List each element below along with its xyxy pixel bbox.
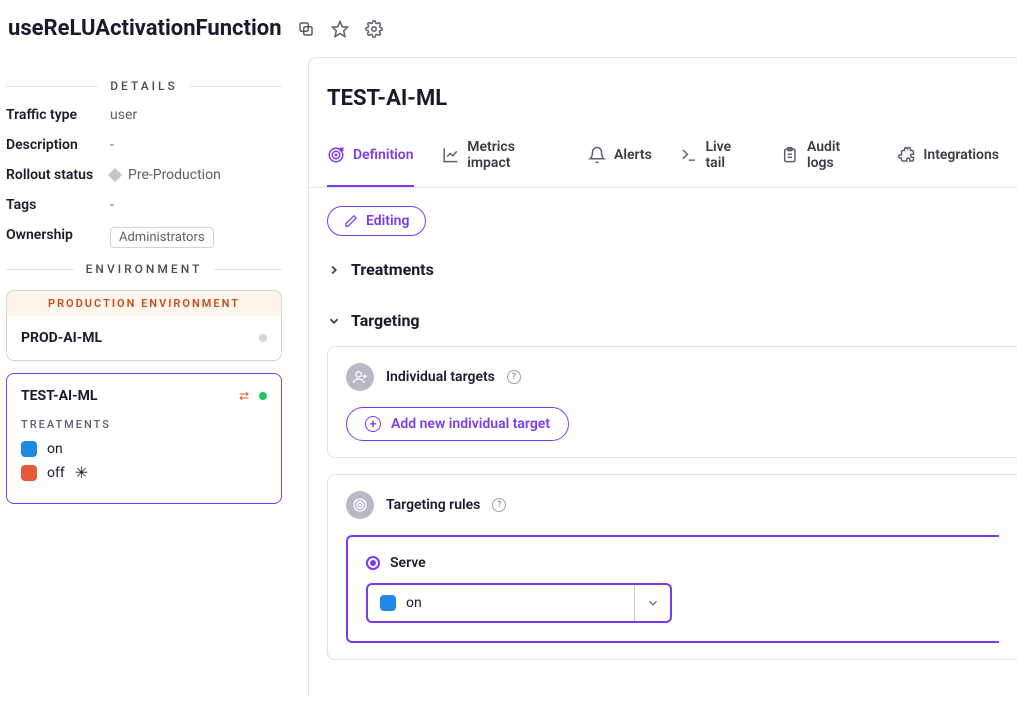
environment-card-prod[interactable]: PRODUCTION ENVIRONMENT PROD-AI-ML [6, 290, 282, 361]
tab-metrics[interactable]: Metrics impact [442, 139, 560, 187]
gear-icon[interactable] [364, 19, 384, 39]
tab-label: Definition [353, 147, 414, 163]
flag-title: useReLUActivationFunction [8, 16, 282, 41]
serve-rule-box: Serve on [346, 535, 999, 643]
tab-label: Alerts [614, 147, 652, 163]
individual-targets-title: Individual targets [386, 369, 495, 385]
detail-value: - [110, 137, 114, 153]
user-add-icon [346, 363, 374, 391]
targeting-rules-title: Targeting rules [386, 497, 480, 513]
tab-label: Metrics impact [467, 139, 560, 171]
treatment-swatch [21, 441, 37, 457]
detail-label: Ownership [6, 227, 110, 248]
terminal-icon [680, 146, 698, 164]
detail-rollout: Rollout status Pre-Production [6, 167, 282, 183]
treatments-subheading: TREATMENTS [21, 418, 267, 431]
treatment-label: off [47, 465, 65, 481]
sidebar: DETAILS Traffic type user Description - … [0, 57, 290, 697]
environment-title: TEST-AI-ML [309, 86, 1017, 111]
status-dot-inactive [259, 334, 267, 342]
serve-select[interactable]: on [366, 583, 672, 623]
ownership-badge[interactable]: Administrators [110, 227, 214, 248]
chevron-right-icon [327, 263, 341, 277]
star-icon[interactable] [330, 19, 350, 39]
detail-value: - [110, 197, 114, 213]
section-label: Targeting [351, 311, 420, 330]
tab-livetail[interactable]: Live tail [680, 139, 753, 187]
detail-value: user [110, 107, 137, 123]
chevron-down-icon [634, 585, 670, 621]
bullseye-icon [346, 491, 374, 519]
main-content: TEST-AI-ML Definition Metrics impact Ale… [290, 57, 1017, 697]
default-asterisk-icon: ✳ [75, 465, 88, 481]
tab-label: Integrations [923, 147, 999, 163]
add-individual-target-button[interactable]: + Add new individual target [346, 407, 569, 441]
treatment-label: on [47, 441, 63, 457]
treatment-on: on [21, 441, 267, 457]
production-banner: PRODUCTION ENVIRONMENT [7, 291, 281, 316]
chart-icon [442, 146, 460, 164]
tab-audit[interactable]: Audit logs [781, 139, 869, 187]
environment-name: TEST-AI-ML [21, 388, 97, 404]
detail-label: Rollout status [6, 167, 110, 183]
serve-value: on [406, 595, 422, 611]
detail-tags: Tags - [6, 197, 282, 213]
rollout-text: Pre-Production [128, 167, 221, 183]
treatment-off: off ✳ [21, 465, 267, 481]
tab-label: Audit logs [807, 139, 869, 171]
serve-label: Serve [390, 555, 426, 571]
pencil-icon [344, 214, 358, 228]
diamond-icon [108, 168, 122, 182]
copy-icon[interactable] [296, 19, 316, 39]
swap-icon: ⇄ [239, 389, 249, 403]
details-heading: DETAILS [98, 79, 190, 93]
serve-radio[interactable] [366, 556, 380, 570]
tab-alerts[interactable]: Alerts [588, 139, 652, 187]
detail-ownership: Ownership Administrators [6, 227, 282, 248]
serve-swatch [380, 595, 396, 611]
page-header: useReLUActivationFunction [0, 0, 1017, 57]
detail-description: Description - [6, 137, 282, 153]
help-icon[interactable]: ? [507, 370, 521, 384]
individual-targets-panel: Individual targets ? + Add new individua… [327, 346, 1017, 458]
details-divider: DETAILS [6, 79, 282, 93]
detail-traffic-type: Traffic type user [6, 107, 282, 123]
environment-heading: ENVIRONMENT [74, 262, 215, 276]
help-icon[interactable]: ? [492, 498, 506, 512]
chevron-down-icon [327, 314, 341, 328]
bell-icon [588, 146, 606, 164]
target-icon [327, 146, 345, 164]
plus-icon: + [365, 416, 381, 432]
detail-value: Pre-Production [110, 167, 221, 183]
detail-label: Traffic type [6, 107, 110, 123]
tab-definition[interactable]: Definition [327, 139, 414, 187]
environment-card-test[interactable]: TEST-AI-ML ⇄ TREATMENTS on off ✳ [6, 373, 282, 504]
detail-label: Tags [6, 197, 110, 213]
environment-name: PROD-AI-ML [21, 330, 102, 346]
detail-value: Administrators [110, 227, 214, 248]
puzzle-icon [897, 146, 915, 164]
section-targeting[interactable]: Targeting [309, 295, 1017, 346]
targeting-rules-panel: Targeting rules ? Serve on [327, 474, 1017, 660]
treatment-swatch [21, 465, 37, 481]
section-treatments[interactable]: Treatments [309, 244, 1017, 295]
section-label: Treatments [351, 260, 434, 279]
editing-label: Editing [366, 213, 409, 229]
detail-label: Description [6, 137, 110, 153]
clipboard-icon [781, 146, 799, 164]
editing-badge[interactable]: Editing [327, 206, 426, 236]
add-button-label: Add new individual target [391, 416, 550, 432]
status-dot-active [259, 392, 267, 400]
environment-divider: ENVIRONMENT [6, 262, 282, 276]
tab-integrations[interactable]: Integrations [897, 139, 999, 187]
tab-label: Live tail [705, 139, 753, 171]
tabs: Definition Metrics impact Alerts Live ta… [309, 139, 1017, 188]
